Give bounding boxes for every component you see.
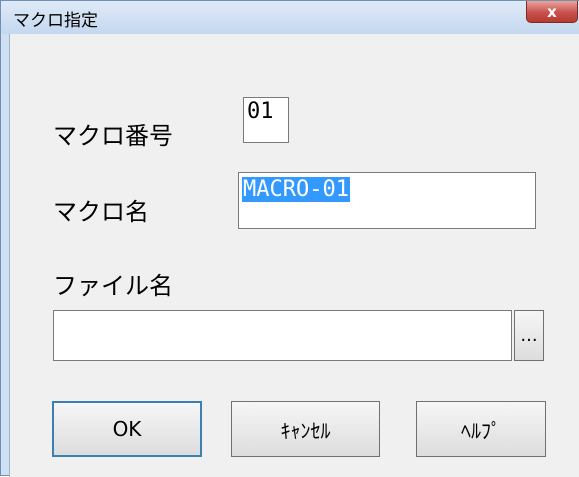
browse-icon: ... xyxy=(520,325,538,346)
dialog-window: マクロ指定 x マクロ番号 01 マクロ名 MACRO-01 ファイル名 ...… xyxy=(0,0,579,477)
help-button-label: ﾍﾙﾌﾟ xyxy=(461,418,501,443)
title-bar[interactable]: マクロ指定 x xyxy=(1,1,579,34)
macro-number-label: マクロ番号 xyxy=(53,122,173,150)
ok-button[interactable]: OK xyxy=(52,401,202,457)
macro-number-value: 01 xyxy=(247,99,274,124)
browse-button[interactable]: ... xyxy=(514,310,544,361)
file-name-label: ファイル名 xyxy=(53,272,173,300)
dialog-body: マクロ番号 01 マクロ名 MACRO-01 ファイル名 ... OK ｷｬﾝｾ… xyxy=(9,34,579,477)
window-title: マクロ指定 xyxy=(13,11,98,31)
help-button[interactable]: ﾍﾙﾌﾟ xyxy=(416,401,546,457)
macro-number-input[interactable]: 01 xyxy=(243,97,289,143)
ok-button-label: OK xyxy=(112,417,142,441)
macro-name-value: MACRO-01 xyxy=(242,177,350,202)
macro-name-label: マクロ名 xyxy=(53,198,149,226)
cancel-button[interactable]: ｷｬﾝｾﾙ xyxy=(231,401,380,457)
close-icon: x xyxy=(547,2,557,21)
file-name-input[interactable] xyxy=(53,310,512,361)
close-button[interactable]: x xyxy=(526,1,578,23)
macro-name-input[interactable]: MACRO-01 xyxy=(238,172,536,229)
cancel-button-label: ｷｬﾝｾﾙ xyxy=(280,418,331,443)
